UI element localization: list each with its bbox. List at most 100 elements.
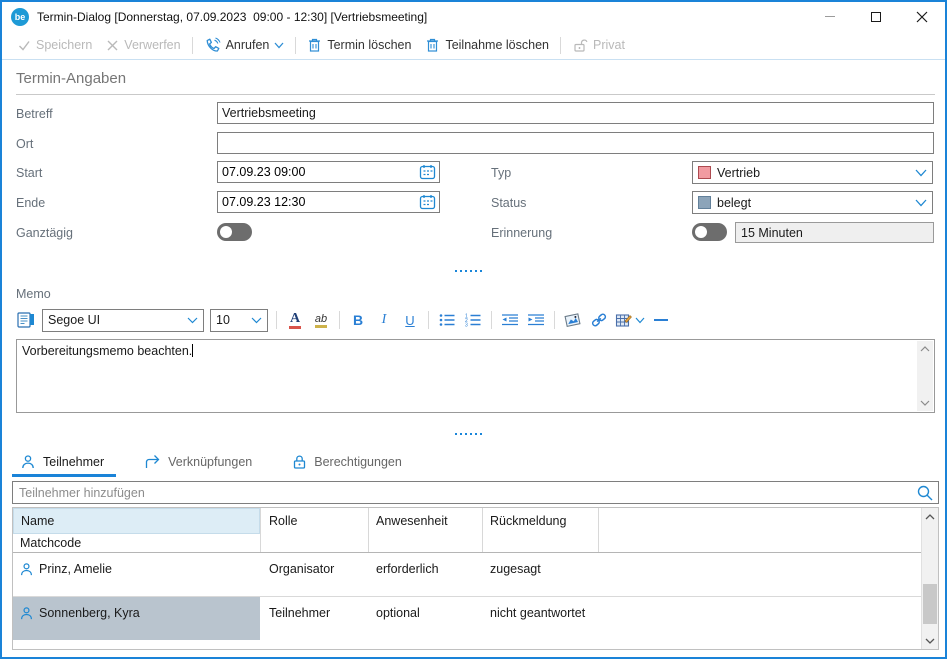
lower-tabs: Teilnehmer Verknüpfungen Berechtigungen (16, 448, 406, 475)
phone-icon (204, 37, 221, 54)
status-color-swatch (698, 196, 711, 209)
all-day-label: Ganztägig (16, 226, 73, 240)
maximize-icon (871, 12, 881, 22)
scrollbar-thumb[interactable] (923, 584, 937, 624)
section-expander[interactable] (455, 433, 482, 435)
participant-role: Teilnehmer (269, 606, 330, 620)
table-scrollbar[interactable] (921, 508, 938, 649)
location-input[interactable] (217, 132, 934, 154)
scroll-up-button[interactable] (922, 508, 938, 525)
bullet-list-icon (439, 313, 456, 327)
scroll-down-button[interactable] (922, 632, 938, 649)
font-color-button[interactable]: A (285, 309, 305, 331)
person-icon (20, 454, 36, 470)
delete-participation-button[interactable]: Teilnahme löschen (418, 33, 556, 57)
memo-scrollbar[interactable] (917, 341, 933, 411)
italic-button[interactable]: I (374, 309, 394, 331)
save-label: Speichern (36, 38, 92, 52)
insert-table-button[interactable] (615, 309, 645, 331)
delete-appointment-button[interactable]: Termin löschen (300, 33, 418, 57)
participant-search-input[interactable] (12, 481, 939, 504)
calendar-icon[interactable] (419, 164, 436, 180)
participant-reply: nicht geantwortet (490, 606, 585, 620)
column-header-anwesenheit[interactable]: Anwesenheit (376, 508, 448, 534)
discard-label: Verwerfen (124, 38, 180, 52)
end-input[interactable] (217, 191, 440, 213)
person-icon (19, 606, 34, 621)
column-header-name[interactable]: Name (13, 508, 260, 534)
title-bar: be Termin-Dialog [Donnerstag, 07.09.2023… (2, 2, 945, 31)
text-caret (192, 344, 193, 357)
numbered-list-button[interactable]: 123 (463, 309, 483, 331)
reminder-label: Erinnerung (491, 226, 552, 240)
subject-label: Betreff (16, 107, 53, 121)
participant-attendance: erforderlich (376, 562, 439, 576)
column-header-rueckmeldung[interactable]: Rückmeldung (490, 508, 566, 534)
scroll-down-button[interactable] (917, 395, 933, 411)
underline-button[interactable]: U (400, 309, 420, 331)
bold-button[interactable]: B (348, 309, 368, 331)
app-logo-icon: be (11, 8, 29, 26)
minimize-button[interactable] (807, 2, 853, 31)
start-label: Start (16, 166, 42, 180)
calendar-icon[interactable] (419, 194, 436, 210)
all-day-toggle[interactable] (217, 223, 252, 241)
memo-editor-icon[interactable] (16, 310, 36, 330)
memo-text: Vorbereitungsmemo beachten. (22, 344, 193, 358)
insert-link-button[interactable] (589, 309, 609, 331)
insert-image-icon (564, 312, 582, 328)
participant-search (12, 481, 939, 504)
lock-icon (292, 454, 307, 470)
chevron-up-icon (920, 346, 930, 352)
chevron-down-icon (251, 317, 262, 324)
tab-verknuepfungen[interactable]: Verknüpfungen (140, 448, 256, 475)
participant-row-selected[interactable]: Sonnenberg, Kyra Teilnehmer optional nic… (13, 597, 921, 640)
tab-teilnehmer-label: Teilnehmer (43, 455, 104, 469)
column-separator (368, 508, 369, 552)
column-subheader-matchcode[interactable]: Matchcode (13, 534, 260, 552)
type-dropdown[interactable]: Vertrieb (692, 161, 933, 184)
start-input[interactable] (217, 161, 440, 183)
subject-input[interactable] (217, 102, 934, 124)
tab-berechtigungen[interactable]: Berechtigungen (288, 448, 406, 475)
call-button[interactable]: Anrufen (197, 33, 292, 57)
status-label: Status (491, 196, 526, 210)
memo-textarea[interactable]: Vorbereitungsmemo beachten. (16, 339, 935, 413)
link-icon (590, 312, 608, 328)
search-icon[interactable] (916, 484, 934, 502)
bold-icon: B (353, 312, 363, 328)
participant-name: Prinz, Amelie (39, 562, 112, 576)
column-header-rolle[interactable]: Rolle (269, 508, 298, 534)
type-label: Typ (491, 166, 511, 180)
participant-name: Sonnenberg, Kyra (39, 606, 140, 620)
font-family-select[interactable]: Segoe UI (42, 309, 204, 332)
minimize-icon (825, 16, 835, 17)
highlight-color-button[interactable]: ab (311, 309, 331, 331)
reminder-toggle[interactable] (692, 223, 727, 241)
check-icon (17, 38, 31, 52)
participant-row[interactable]: Prinz, Amelie Organisator erforderlich z… (13, 553, 921, 596)
decrease-indent-button[interactable] (500, 309, 520, 331)
highlight-icon: ab (315, 313, 327, 328)
numbered-list-icon: 123 (465, 313, 482, 327)
maximize-button[interactable] (853, 2, 899, 31)
horizontal-rule-button[interactable] (651, 309, 671, 331)
close-button[interactable] (899, 2, 945, 31)
scroll-up-button[interactable] (917, 341, 933, 357)
private-button[interactable]: Privat (565, 33, 632, 57)
save-button[interactable]: Speichern (10, 33, 99, 57)
section-expander[interactable] (455, 270, 482, 272)
font-size-select[interactable]: 10 (210, 309, 268, 332)
bullet-list-button[interactable] (437, 309, 457, 331)
font-family-value: Segoe UI (48, 313, 100, 327)
reminder-input (735, 222, 934, 243)
discard-button[interactable]: Verwerfen (99, 33, 187, 57)
tab-teilnehmer[interactable]: Teilnehmer (16, 448, 108, 475)
increase-indent-button[interactable] (526, 309, 546, 331)
trash-icon (307, 37, 322, 53)
status-dropdown[interactable]: belegt (692, 191, 933, 214)
insert-image-button[interactable] (563, 309, 583, 331)
chevron-up-icon (925, 514, 935, 520)
type-value: Vertrieb (717, 166, 760, 180)
toolbar-separator (295, 37, 296, 54)
